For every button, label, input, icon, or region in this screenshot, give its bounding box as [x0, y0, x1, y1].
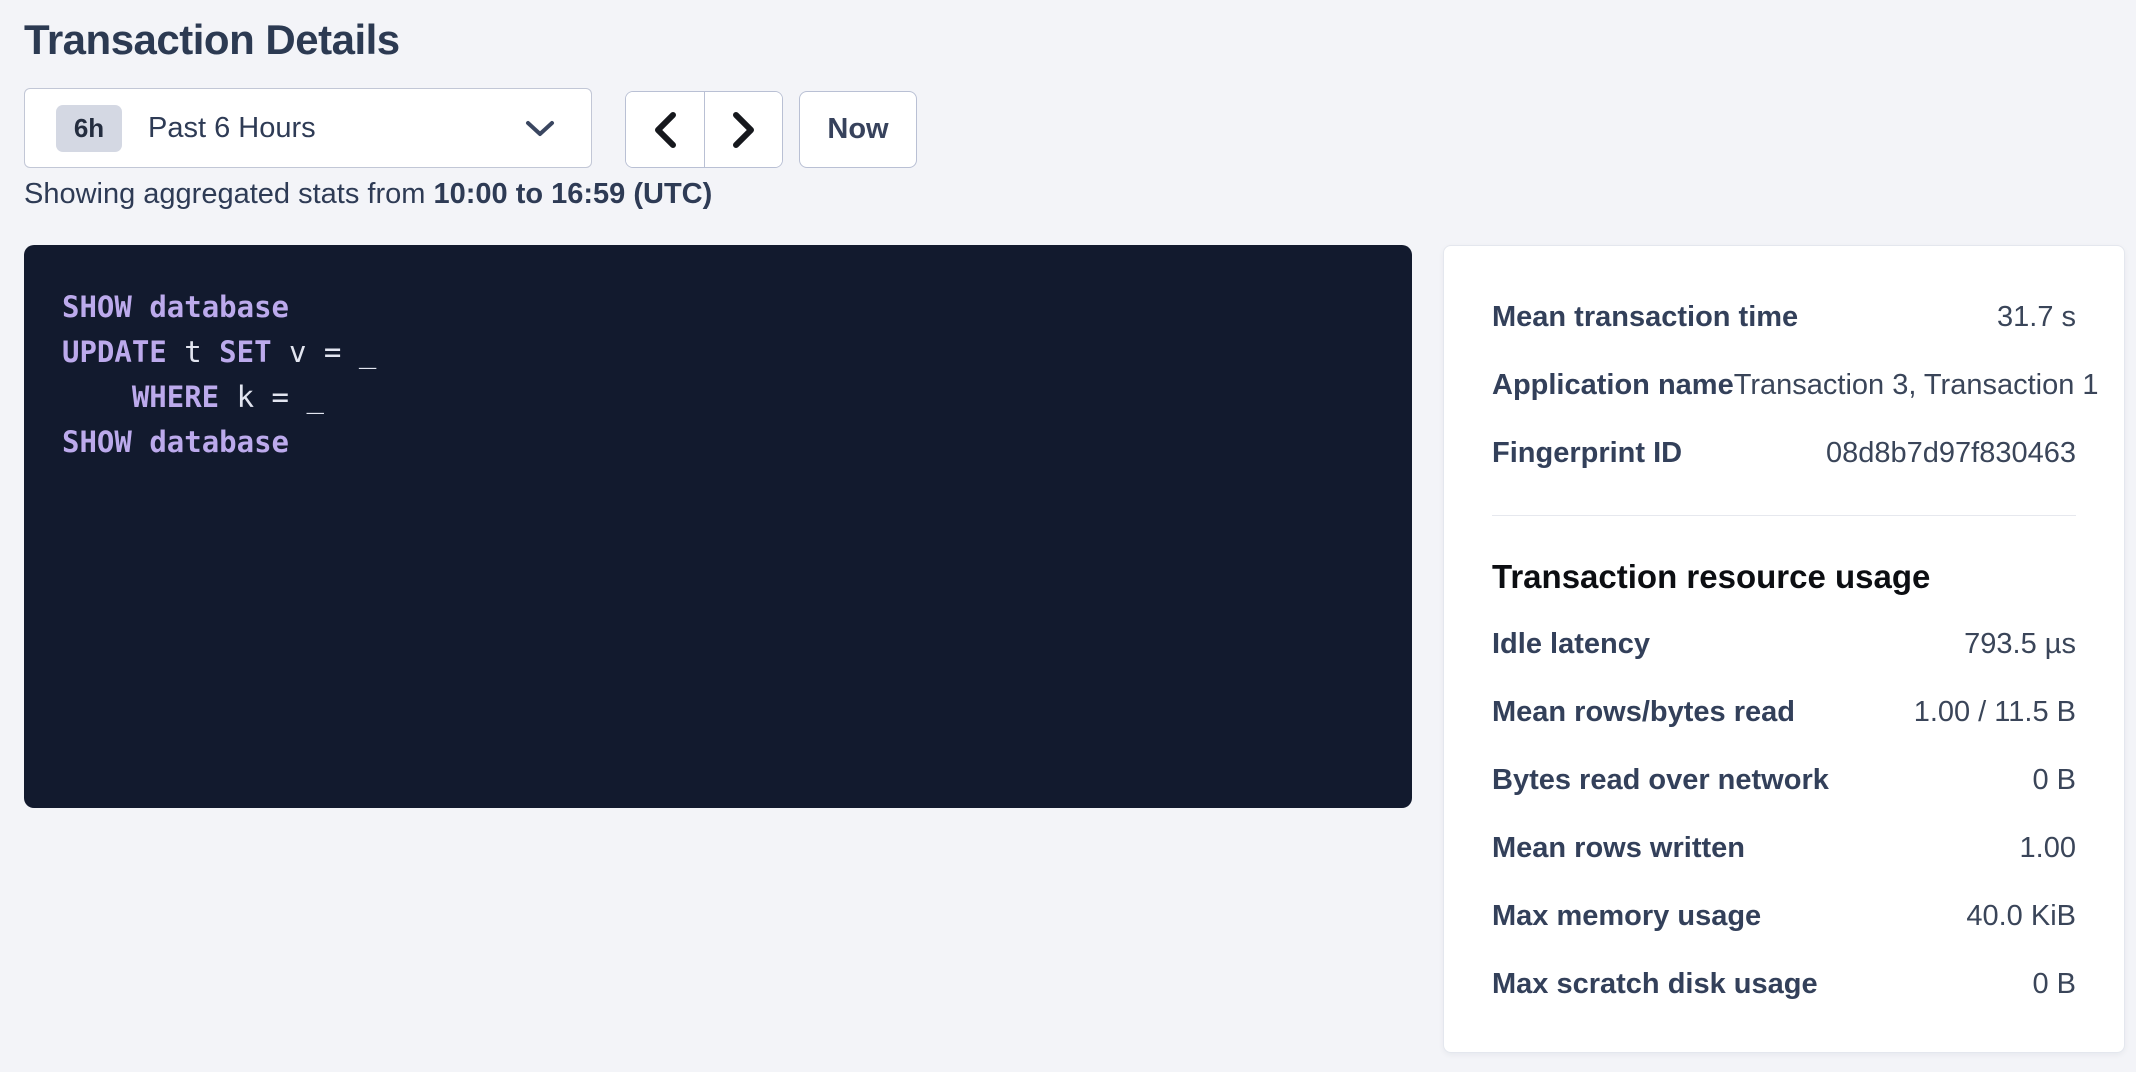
- aggregated-stats-subtitle: Showing aggregated stats from 10:00 to 1…: [24, 176, 712, 212]
- detail-label: Mean transaction time: [1492, 301, 1798, 334]
- resource-rows: Idle latency 793.5 µs Mean rows/bytes read…: [1492, 610, 2076, 1018]
- subtitle-time-range: 10:00 to 16:59 (UTC): [433, 178, 712, 210]
- detail-label: Fingerprint ID: [1492, 437, 1682, 470]
- detail-value: 40.0 KiB: [1966, 900, 2076, 933]
- detail-label: Bytes read over network: [1492, 764, 1829, 797]
- detail-value: 1.00 / 11.5 B: [1914, 696, 2076, 729]
- sql-line: WHERE k = _: [62, 375, 1382, 420]
- detail-value: 793.5 µs: [1964, 628, 2076, 661]
- detail-value: 31.7 s: [1997, 301, 2076, 334]
- detail-row: Mean rows/bytes read 1.00 / 11.5 B: [1492, 678, 2076, 746]
- detail-label: Max memory usage: [1492, 900, 1761, 933]
- time-nav-group: [625, 91, 783, 168]
- detail-label: Mean rows/bytes read: [1492, 696, 1795, 729]
- sql-statements-box: SHOW databaseUPDATE t SET v = _ WHERE k …: [24, 245, 1412, 808]
- detail-row: Mean rows written 1.00: [1492, 814, 2076, 882]
- page-title: Transaction Details: [24, 14, 400, 66]
- detail-row: Fingerprint ID 08d8b7d97f830463: [1492, 419, 2076, 487]
- detail-value: 08d8b7d97f830463: [1826, 437, 2076, 470]
- detail-row: Max scratch disk usage 0 B: [1492, 950, 2076, 1018]
- time-range-badge: 6h: [56, 105, 122, 152]
- time-range-label: Past 6 Hours: [148, 112, 316, 145]
- summary-rows: Mean transaction time 31.7 s Application n…: [1492, 283, 2076, 487]
- subtitle-prefix: Showing aggregated stats from: [24, 178, 433, 210]
- prev-time-button[interactable]: [626, 92, 704, 167]
- sql-statements-text: SHOW databaseUPDATE t SET v = _ WHERE k …: [24, 245, 1412, 465]
- card-divider: [1492, 515, 2076, 516]
- detail-label: Application name: [1492, 369, 1734, 402]
- sql-line: UPDATE t SET v = _: [62, 330, 1382, 375]
- chevron-left-icon: [652, 111, 678, 149]
- detail-value: 0 B: [2032, 764, 2076, 797]
- sql-line: SHOW database: [62, 420, 1382, 465]
- time-range-select[interactable]: 6h Past 6 Hours: [24, 88, 592, 168]
- chevron-right-icon: [731, 111, 757, 149]
- now-button[interactable]: Now: [799, 91, 917, 168]
- resource-usage-heading: Transaction resource usage: [1492, 556, 2076, 598]
- detail-row: Application nameTransaction 3, Transacti…: [1492, 351, 2076, 419]
- detail-value: 1.00: [2020, 832, 2076, 865]
- detail-row: Mean transaction time 31.7 s: [1492, 283, 2076, 351]
- detail-value: Transaction 3, Transaction 1: [1734, 369, 2099, 402]
- detail-label: Max scratch disk usage: [1492, 968, 1818, 1001]
- detail-row: Bytes read over network 0 B: [1492, 746, 2076, 814]
- transaction-summary-card: Mean transaction time 31.7 s Application n…: [1443, 245, 2125, 1053]
- detail-label: Idle latency: [1492, 628, 1650, 661]
- sql-line: SHOW database: [62, 285, 1382, 330]
- next-time-button[interactable]: [704, 92, 782, 167]
- detail-row: Max memory usage 40.0 KiB: [1492, 882, 2076, 950]
- detail-label: Mean rows written: [1492, 832, 1745, 865]
- detail-row: Idle latency 793.5 µs: [1492, 610, 2076, 678]
- chevron-down-icon: [525, 119, 555, 137]
- detail-value: 0 B: [2032, 968, 2076, 1001]
